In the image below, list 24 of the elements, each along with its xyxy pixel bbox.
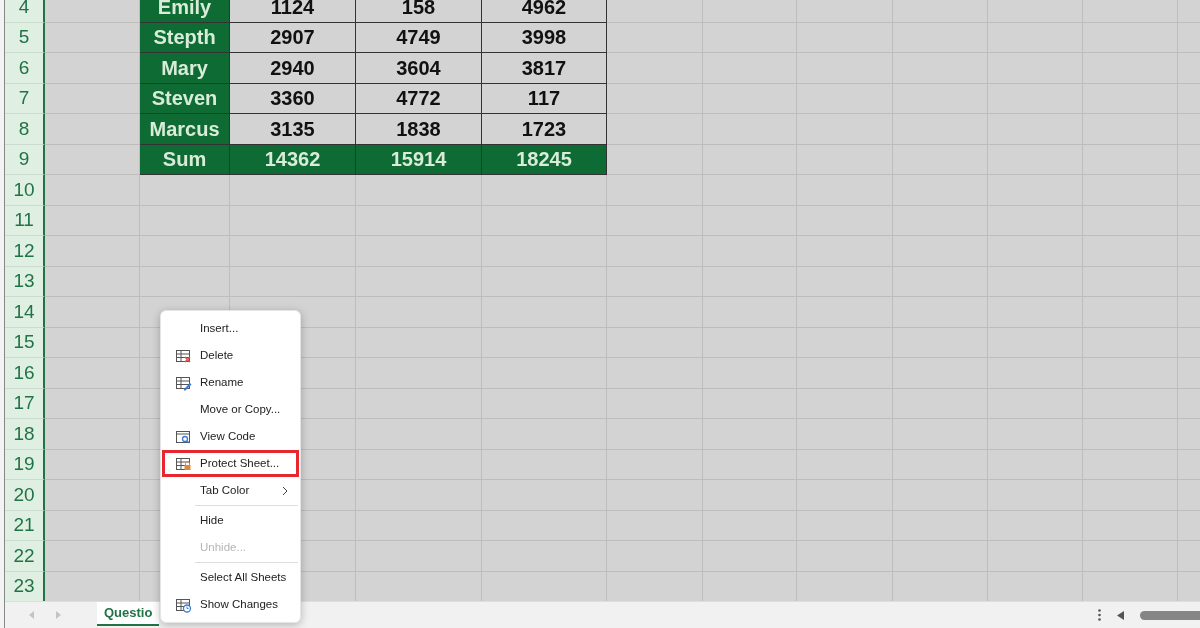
name-cell: Emily <box>140 0 230 23</box>
table-cell: 4772 <box>356 83 482 114</box>
name-cell: Sum <box>140 144 230 175</box>
name-cell: Marcus <box>140 114 230 145</box>
sum-cell: 15914 <box>356 144 482 175</box>
table-cell: 2907 <box>230 22 356 53</box>
sum-cell: 14362 <box>230 144 356 175</box>
table-cell: 4749 <box>356 22 482 53</box>
table-cell: 3998 <box>482 22 607 53</box>
table-cell: 4962 <box>482 0 607 23</box>
sum-cell: 18245 <box>482 144 607 175</box>
table-cell: 117 <box>482 83 607 114</box>
table-cell: 158 <box>356 0 482 23</box>
name-cell: Stepth <box>140 22 230 53</box>
table-cell: 3817 <box>482 53 607 84</box>
name-cell: Steven <box>140 83 230 114</box>
table-cell: 1124 <box>230 0 356 23</box>
table-cell: 1838 <box>356 114 482 145</box>
table-cell: 3135 <box>230 114 356 145</box>
table-cell: 1723 <box>482 114 607 145</box>
name-cell: Mary <box>140 53 230 84</box>
table-cell: 3604 <box>356 53 482 84</box>
table-cell: 3360 <box>230 83 356 114</box>
table-cell: 2940 <box>230 53 356 84</box>
